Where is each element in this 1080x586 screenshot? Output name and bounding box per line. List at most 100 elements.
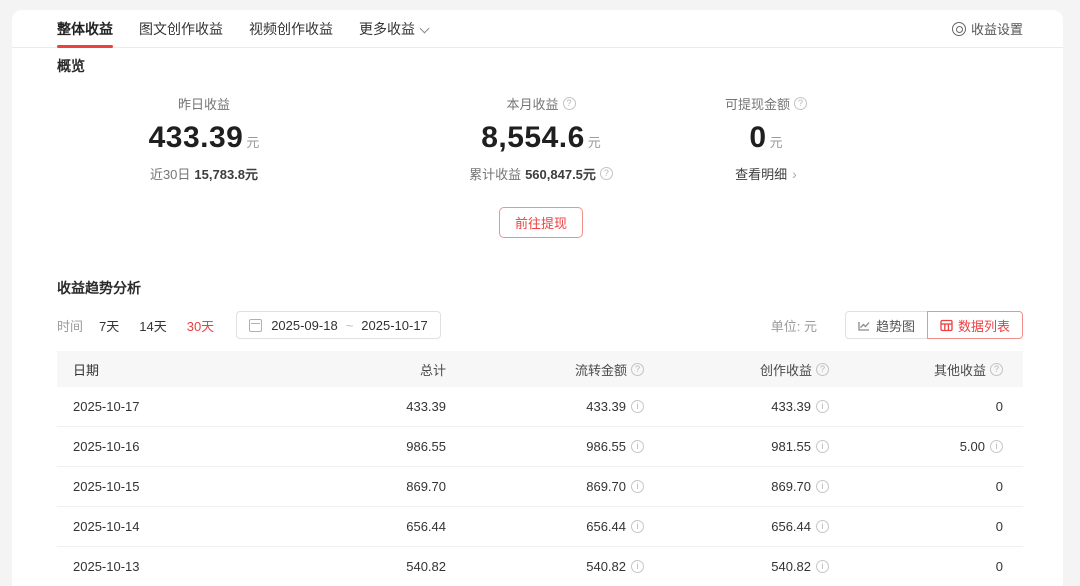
range-30d[interactable]: 30天 bbox=[187, 316, 214, 335]
col-header-date: 日期 bbox=[57, 360, 357, 379]
help-icon[interactable] bbox=[600, 167, 613, 180]
tab-label: 更多收益 bbox=[359, 19, 415, 39]
cell-date: 2025-10-17 bbox=[57, 399, 357, 414]
line-chart-icon bbox=[858, 319, 871, 332]
info-icon[interactable] bbox=[631, 520, 644, 533]
tab-label: 视频创作收益 bbox=[249, 19, 333, 39]
info-icon[interactable] bbox=[816, 440, 829, 453]
tab-more-earnings[interactable]: 更多收益 bbox=[359, 10, 429, 47]
info-icon[interactable] bbox=[631, 560, 644, 573]
tab-bar: 整体收益 图文创作收益 视频创作收益 更多收益 收益设置 bbox=[12, 10, 1063, 48]
stat-sub-label: 近30日 bbox=[150, 164, 190, 183]
time-filter-label: 时间 bbox=[57, 316, 83, 335]
info-icon[interactable] bbox=[816, 480, 829, 493]
stat-sub-value: 15,783.8元 bbox=[194, 164, 258, 183]
info-icon[interactable] bbox=[816, 560, 829, 573]
tab-article-earnings[interactable]: 图文创作收益 bbox=[139, 10, 223, 47]
stat-withdrawable-amount: 可提现金额 0元 查看明细 bbox=[686, 94, 846, 183]
info-icon[interactable] bbox=[990, 440, 1003, 453]
stat-label: 昨日收益 bbox=[178, 94, 230, 113]
table-row: 2025-10-15 869.70 869.70 869.70 0 bbox=[57, 467, 1023, 507]
cell-total: 869.70 bbox=[357, 479, 462, 494]
stat-unit: 元 bbox=[246, 135, 259, 150]
overview-title: 概览 bbox=[12, 48, 1063, 76]
stat-unit: 元 bbox=[770, 135, 783, 150]
cell-date: 2025-10-13 bbox=[57, 559, 357, 574]
stat-label: 本月收益 bbox=[506, 94, 558, 113]
overview-stats: 昨日收益 433.39元 近30日15,783.8元 本月收益 8,554.6元… bbox=[12, 94, 1063, 183]
help-icon[interactable] bbox=[990, 363, 1003, 376]
cell-other: 0 bbox=[845, 479, 1023, 494]
range-7d[interactable]: 7天 bbox=[99, 316, 119, 335]
main-card: 整体收益 图文创作收益 视频创作收益 更多收益 收益设置 概览 昨日收益 433… bbox=[12, 10, 1063, 586]
date-start: 2025-09-18 bbox=[271, 318, 338, 333]
cell-circulation: 869.70 bbox=[462, 479, 660, 494]
cell-other: 5.00 bbox=[845, 439, 1023, 454]
cell-circulation: 986.55 bbox=[462, 439, 660, 454]
cell-date: 2025-10-14 bbox=[57, 519, 357, 534]
earnings-settings-button[interactable]: 收益设置 bbox=[952, 10, 1023, 47]
table-row: 2025-10-16 986.55 986.55 981.55 5.00 bbox=[57, 427, 1023, 467]
chevron-down-icon bbox=[420, 24, 429, 33]
settings-label: 收益设置 bbox=[971, 19, 1023, 38]
cell-creation: 540.82 bbox=[660, 559, 845, 574]
table-row: 2025-10-17 433.39 433.39 433.39 0 bbox=[57, 387, 1023, 427]
col-header-circulation: 流转金额 bbox=[462, 360, 660, 379]
cell-creation: 981.55 bbox=[660, 439, 845, 454]
trend-chart-button[interactable]: 趋势图 bbox=[845, 311, 928, 339]
cell-circulation: 433.39 bbox=[462, 399, 660, 414]
table-row: 2025-10-13 540.82 540.82 540.82 0 bbox=[57, 547, 1023, 586]
unit-label: 单位: 元 bbox=[771, 316, 817, 335]
tab-label: 整体收益 bbox=[57, 19, 113, 39]
table-header-row: 日期 总计 流转金额 创作收益 其他收益 bbox=[57, 351, 1023, 387]
col-header-creation: 创作收益 bbox=[660, 360, 845, 379]
help-icon[interactable] bbox=[563, 97, 576, 110]
cell-total: 540.82 bbox=[357, 559, 462, 574]
help-icon[interactable] bbox=[631, 363, 644, 376]
button-label: 数据列表 bbox=[958, 316, 1010, 335]
tab-label: 图文创作收益 bbox=[139, 19, 223, 39]
stat-value: 0 bbox=[749, 121, 766, 154]
cell-date: 2025-10-16 bbox=[57, 439, 357, 454]
cell-creation: 433.39 bbox=[660, 399, 845, 414]
stat-month-earnings: 本月收益 8,554.6元 累计收益560,847.5元 bbox=[396, 94, 686, 183]
cell-other: 0 bbox=[845, 399, 1023, 414]
cell-creation: 656.44 bbox=[660, 519, 845, 534]
col-header-other: 其他收益 bbox=[845, 360, 1023, 379]
earnings-table: 日期 总计 流转金额 创作收益 其他收益 2025-10-17 433.39 4… bbox=[57, 351, 1023, 586]
info-icon[interactable] bbox=[816, 400, 829, 413]
stat-yesterday-earnings: 昨日收益 433.39元 近30日15,783.8元 bbox=[12, 94, 396, 183]
stat-value: 8,554.6 bbox=[481, 121, 585, 154]
cell-total: 656.44 bbox=[357, 519, 462, 534]
view-details-link[interactable]: 查看明细 bbox=[735, 164, 797, 183]
help-icon[interactable] bbox=[816, 363, 829, 376]
cell-total: 433.39 bbox=[357, 399, 462, 414]
data-list-button[interactable]: 数据列表 bbox=[927, 311, 1023, 339]
cell-circulation: 540.82 bbox=[462, 559, 660, 574]
trend-section-title: 收益趋势分析 bbox=[12, 270, 1063, 298]
cell-creation: 869.70 bbox=[660, 479, 845, 494]
col-header-total: 总计 bbox=[357, 360, 462, 379]
gear-icon bbox=[952, 22, 966, 36]
stat-label: 可提现金额 bbox=[725, 94, 790, 113]
info-icon[interactable] bbox=[816, 520, 829, 533]
date-separator: ~ bbox=[346, 318, 354, 333]
tab-video-earnings[interactable]: 视频创作收益 bbox=[249, 10, 333, 47]
trend-filters: 时间 7天 14天 30天 2025-09-18 ~ 2025-10-17 单位… bbox=[12, 311, 1063, 339]
date-range-picker[interactable]: 2025-09-18 ~ 2025-10-17 bbox=[236, 311, 441, 339]
cell-other: 0 bbox=[845, 519, 1023, 534]
stat-sub-label: 累计收益 bbox=[469, 164, 521, 183]
tab-overall-earnings[interactable]: 整体收益 bbox=[57, 10, 113, 47]
cell-total: 986.55 bbox=[357, 439, 462, 454]
info-icon[interactable] bbox=[631, 480, 644, 493]
info-icon[interactable] bbox=[631, 440, 644, 453]
table-icon bbox=[940, 319, 953, 332]
stat-value: 433.39 bbox=[149, 121, 244, 154]
table-row: 2025-10-14 656.44 656.44 656.44 0 bbox=[57, 507, 1023, 547]
date-end: 2025-10-17 bbox=[361, 318, 428, 333]
withdraw-button[interactable]: 前往提现 bbox=[499, 207, 583, 238]
range-14d[interactable]: 14天 bbox=[139, 316, 166, 335]
help-icon[interactable] bbox=[794, 97, 807, 110]
withdraw-row: 前往提现 bbox=[12, 207, 1063, 238]
info-icon[interactable] bbox=[631, 400, 644, 413]
